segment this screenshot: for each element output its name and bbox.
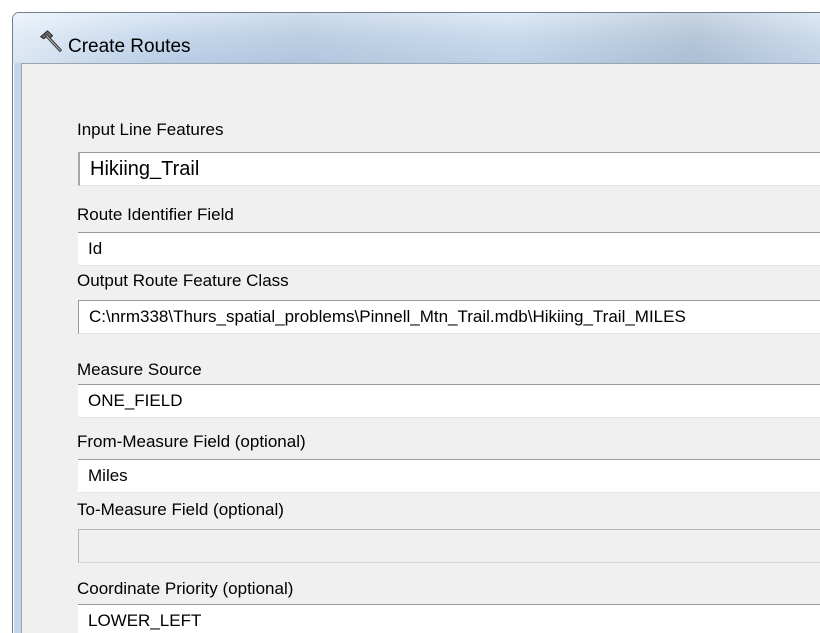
measure-source-value: ONE_FIELD: [88, 391, 183, 410]
window-title: Create Routes: [68, 36, 191, 57]
input-line-features-label: Input Line Features: [77, 120, 224, 139]
from-measure-field-value: Miles: [88, 466, 128, 485]
title-bar[interactable]: Create Routes: [13, 13, 820, 63]
input-line-features-field[interactable]: Hikiing_Trail: [78, 152, 820, 186]
output-route-feature-class-label: Output Route Feature Class: [77, 271, 289, 290]
output-route-feature-class-value: C:\nrm338\Thurs_spatial_problems\Pinnell…: [89, 307, 686, 326]
coordinate-priority-label: Coordinate Priority (optional): [77, 579, 294, 598]
route-identifier-field-select[interactable]: Id: [78, 232, 820, 266]
create-routes-dialog: Create Routes Input Line Features Hikiin…: [12, 12, 820, 633]
coordinate-priority-select[interactable]: LOWER_LEFT: [78, 604, 820, 633]
measure-source-label: Measure Source: [77, 360, 202, 379]
route-identifier-field-value: Id: [88, 239, 103, 258]
output-route-feature-class-field[interactable]: C:\nrm338\Thurs_spatial_problems\Pinnell…: [78, 300, 820, 334]
measure-source-select[interactable]: ONE_FIELD: [78, 384, 820, 418]
to-measure-field-select[interactable]: [78, 529, 820, 563]
input-line-features-value: Hikiing_Trail: [90, 158, 200, 180]
from-measure-field-select[interactable]: Miles: [78, 459, 820, 493]
hammer-icon: [39, 30, 62, 52]
from-measure-field-label: From-Measure Field (optional): [77, 432, 306, 451]
to-measure-field-label: To-Measure Field (optional): [77, 500, 284, 519]
tool-parameters-panel: Input Line Features Hikiing_Trail Route …: [21, 63, 820, 633]
coordinate-priority-value: LOWER_LEFT: [88, 611, 202, 630]
route-identifier-field-label: Route Identifier Field: [77, 205, 234, 224]
